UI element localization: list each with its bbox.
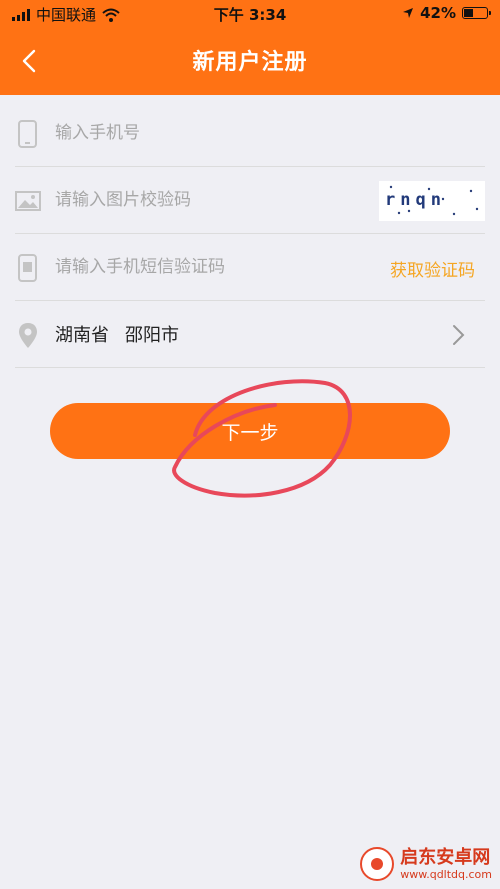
watermark-logo-icon	[360, 847, 395, 881]
chevron-right-icon	[453, 325, 465, 345]
nav-bar: 新用户注册	[0, 28, 500, 95]
sms-code-input[interactable]	[55, 252, 355, 282]
sms-phone-icon	[18, 254, 37, 282]
page-title: 新用户注册	[192, 50, 308, 75]
phone-input[interactable]	[55, 118, 355, 148]
phone-icon	[18, 120, 37, 148]
get-code-button[interactable]: 获取验证码	[390, 256, 475, 281]
region-value: 湖南省 邵阳市	[55, 321, 179, 347]
province-label: 湖南省	[55, 325, 109, 346]
battery-percent: 42%	[420, 4, 456, 22]
location-arrow-icon	[403, 8, 414, 18]
image-code-input[interactable]	[55, 185, 355, 215]
header-bar: 中国联通 下午 3:34 42% 新用户注册	[0, 0, 500, 95]
watermark: 启东安卓网 www.qdltdq.com	[360, 847, 492, 881]
captcha-image[interactable]: rnqn	[379, 181, 485, 221]
region-selector[interactable]: 湖南省 邵阳市	[15, 301, 485, 368]
watermark-name: 启东安卓网	[400, 846, 491, 868]
status-bar: 中国联通 下午 3:34 42%	[0, 0, 500, 28]
phone-row	[15, 100, 485, 167]
battery-icon	[462, 7, 491, 19]
image-code-row: rnqn	[15, 167, 485, 234]
city-label: 邵阳市	[125, 325, 179, 346]
next-step-button[interactable]: 下一步	[50, 403, 450, 459]
location-pin-icon	[19, 323, 37, 348]
sms-code-row: 获取验证码	[15, 234, 485, 301]
captcha-text: rnqn	[385, 190, 446, 210]
image-icon	[15, 191, 41, 211]
watermark-url: www.qdltdq.com	[400, 867, 492, 881]
